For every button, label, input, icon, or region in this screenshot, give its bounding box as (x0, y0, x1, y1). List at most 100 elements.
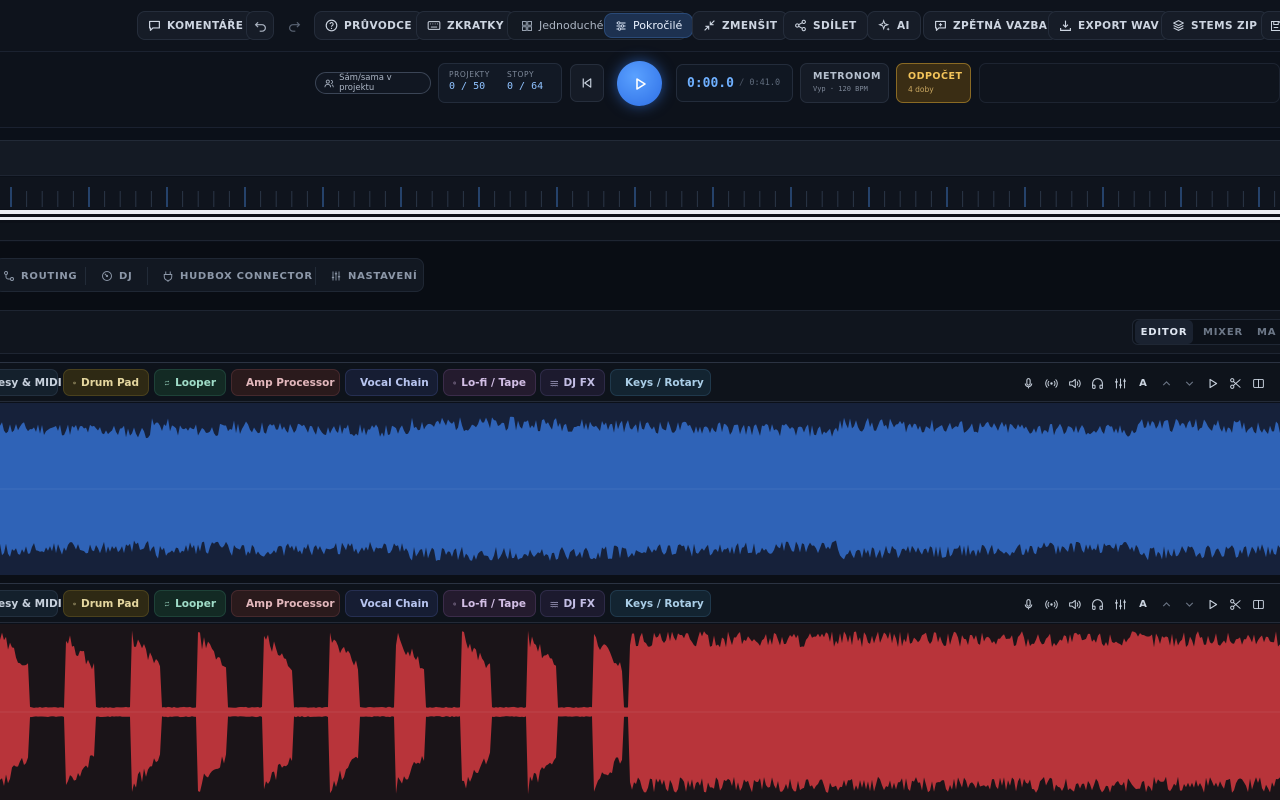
automation-button[interactable]: A (1135, 375, 1151, 391)
ruler-ticks (10, 187, 1276, 207)
share-button[interactable]: SDÍLET (783, 11, 868, 40)
shrink-button[interactable]: ZMENŠIT (692, 11, 789, 40)
move-track-down-button[interactable] (1181, 596, 1197, 612)
amp-processor-chip[interactable]: Amp Processor (231, 590, 340, 617)
record-arm-button[interactable] (1020, 596, 1036, 612)
keys-rotary-chip[interactable]: Keys / Rotary (610, 369, 711, 396)
dj-fx-chip[interactable]: DJ FX (540, 590, 605, 617)
drum-pad-chip-label: Drum Pad (81, 376, 139, 389)
advanced-mode-button[interactable]: Pokročilé (604, 13, 694, 38)
waveform (0, 416, 1280, 561)
tracks-value: 0 / 64 (507, 81, 544, 92)
skip-to-start-button[interactable] (570, 64, 604, 102)
vocal-chain-chip[interactable]: Vocal Chain (345, 369, 438, 396)
tab-mixer[interactable]: MIXER (1195, 320, 1251, 344)
vocal-chain-chip[interactable]: Vocal Chain (345, 590, 438, 617)
tab-routing-label: ROUTING (21, 270, 78, 282)
preview-track-button[interactable] (1204, 375, 1220, 391)
grid-icon (522, 20, 532, 31)
redo-button[interactable] (280, 11, 308, 40)
toggle-lane-button[interactable] (1250, 596, 1266, 612)
chevron-up-icon (1162, 380, 1170, 386)
simple-mode-button[interactable]: Jednoduché (510, 11, 614, 40)
fx-sliders-icon (1114, 599, 1126, 609)
waveform-track-2[interactable] (0, 624, 1280, 800)
toggle-lane-button[interactable] (1250, 375, 1266, 391)
keys-midi-chip[interactable]: esy & MIDI (0, 369, 62, 396)
waves-icon (550, 380, 559, 386)
stems-zip-label: STEMS ZIP (1191, 19, 1258, 32)
keys-rotary-chip[interactable]: Keys / Rotary (610, 590, 711, 617)
shortcuts-button[interactable]: ZKRATKY (416, 11, 515, 40)
ai-button[interactable]: AI (867, 11, 921, 40)
mute-button[interactable] (1066, 596, 1082, 612)
help-circle-icon (325, 19, 338, 32)
amp-processor-chip-label: Amp Processor (246, 597, 335, 610)
waveform (0, 630, 1280, 795)
tab-editor[interactable]: EDITOR (1135, 320, 1193, 344)
tab-hudbox-connector[interactable]: HUDBOX CONNECTOR (162, 259, 313, 293)
solo-button[interactable] (1089, 375, 1105, 391)
tab-mixer-label: MIXER (1203, 326, 1243, 338)
collaboration-status[interactable]: Sám/sama v projektu (315, 72, 431, 94)
move-track-down-button[interactable] (1181, 375, 1197, 391)
automation-button[interactable]: A (1135, 596, 1151, 612)
track-fx-button[interactable] (1112, 375, 1128, 391)
minimize-icon (704, 20, 715, 31)
count-in-button[interactable]: ODPOČET 4 doby (896, 63, 971, 103)
solo-button[interactable] (1089, 596, 1105, 612)
split-view-icon (1252, 599, 1264, 609)
export-wav-button[interactable]: EXPORT WAV (1048, 11, 1170, 40)
export-wav-label: EXPORT WAV (1078, 19, 1159, 32)
move-track-up-button[interactable] (1158, 375, 1174, 391)
collaboration-label: Sám/sama v projektu (339, 73, 392, 93)
count-in-value: 4 doby (908, 85, 934, 94)
tab-dj[interactable]: DJ (101, 259, 132, 293)
dj-fx-chip[interactable]: DJ FX (540, 369, 605, 396)
keys-midi-chip[interactable]: esy & MIDI (0, 590, 62, 617)
tab-routing[interactable]: ROUTING (3, 259, 77, 293)
preview-track-button[interactable] (1204, 596, 1220, 612)
split-button[interactable] (1227, 375, 1243, 391)
stems-zip-button[interactable]: STEMS ZIP (1161, 11, 1269, 40)
timeline-ruler[interactable] (0, 177, 1280, 209)
feedback-button[interactable]: ZPĚTNÁ VAZBA (923, 11, 1059, 40)
chevron-down-icon (1185, 380, 1193, 386)
looper-chip-label: Looper (175, 376, 216, 389)
chevron-down-icon (1185, 601, 1193, 607)
input-monitor-button[interactable] (1043, 596, 1059, 612)
skip-back-icon (582, 78, 592, 88)
tab-settings[interactable]: NASTAVENÍ (330, 259, 417, 293)
split-button[interactable] (1227, 596, 1243, 612)
lofi-tape-chip[interactable]: Lo-fi / Tape (443, 590, 536, 617)
fx-sliders-icon (1114, 378, 1126, 388)
lofi-tape-chip[interactable]: Lo-fi / Tape (443, 369, 536, 396)
looper-chip[interactable]: Looper (154, 590, 226, 617)
amp-processor-chip[interactable]: Amp Processor (231, 369, 340, 396)
waveform-track-1[interactable] (0, 403, 1280, 575)
drum-pad-chip[interactable]: Drum Pad (63, 590, 149, 617)
scrub-bar[interactable] (0, 209, 1280, 223)
lofi-tape-chip-label: Lo-fi / Tape (461, 597, 526, 610)
tab-master[interactable]: MA (1257, 320, 1280, 344)
track-fx-button[interactable] (1112, 596, 1128, 612)
time-separator: / (738, 78, 745, 88)
shortcuts-label: ZKRATKY (447, 19, 504, 32)
comments-button[interactable]: KOMENTÁŘE (137, 11, 255, 40)
save-button[interactable] (1261, 11, 1280, 40)
plug-icon (163, 271, 173, 282)
waves-icon (550, 601, 559, 607)
scrub-track-upper (0, 210, 1280, 214)
record-arm-button[interactable] (1020, 375, 1036, 391)
play-button[interactable] (617, 61, 662, 106)
looper-chip[interactable]: Looper (154, 369, 226, 396)
mute-button[interactable] (1066, 375, 1082, 391)
metronome-button[interactable]: METRONOM Vyp · 120 BPM (800, 63, 889, 103)
undo-button[interactable] (246, 11, 274, 40)
comments-label: KOMENTÁŘE (167, 19, 244, 32)
input-monitor-button[interactable] (1043, 375, 1059, 391)
drum-pad-chip[interactable]: Drum Pad (63, 369, 149, 396)
disc-icon (102, 271, 112, 281)
move-track-up-button[interactable] (1158, 596, 1174, 612)
guide-button[interactable]: PRŮVODCE (314, 11, 423, 40)
